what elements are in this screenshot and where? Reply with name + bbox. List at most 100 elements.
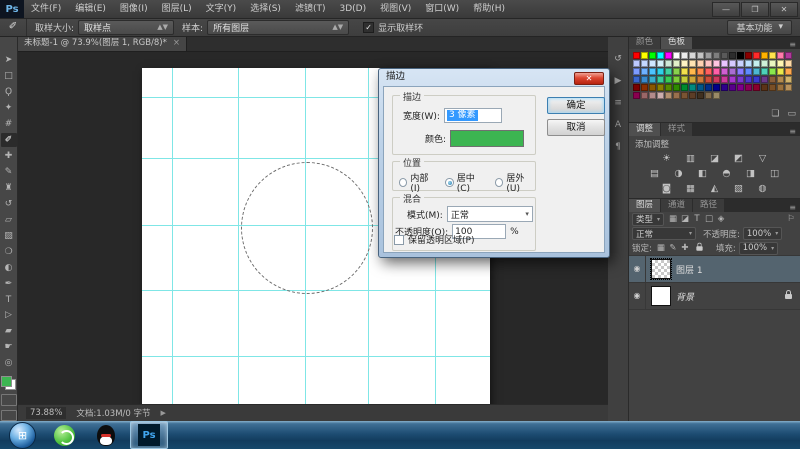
menu-item[interactable]: 滤镜(T) [288,0,333,18]
color-swatch[interactable] [633,60,640,67]
quick-selection-tool-icon[interactable]: ✦ [1,101,17,115]
color-swatch[interactable] [705,84,712,91]
color-swatch[interactable] [729,60,736,67]
layer-row[interactable]: ◉图层 1 [629,256,800,283]
color-swatch[interactable] [705,52,712,59]
blend-mode-dropdown[interactable]: 正常 ▾ [632,227,696,240]
color-swatch[interactable] [737,68,744,75]
eraser-tool-icon[interactable]: ▱ [1,213,17,227]
lock-all-icon[interactable] [696,246,702,251]
color-swatch[interactable] [705,92,712,99]
color-swatch[interactable] [665,76,672,83]
color-swatch[interactable] [641,60,648,67]
color-swatch[interactable] [729,68,736,75]
color-swatch[interactable] [665,60,672,67]
layer-thumbnail[interactable] [651,286,671,306]
radio-icon[interactable] [445,178,453,187]
layer-thumbnail[interactable] [651,259,671,279]
color-swatch[interactable] [729,76,736,83]
color-swatch[interactable] [713,68,720,75]
panel-menu-icon[interactable]: ≡ [789,127,800,136]
menu-item[interactable]: 窗口(W) [418,0,466,18]
checkbox-checked-icon[interactable]: ✓ [363,22,374,33]
color-swatch[interactable] [689,52,696,59]
color-swatch[interactable] [649,52,656,59]
color-swatch[interactable] [649,68,656,75]
color-swatch[interactable] [745,68,752,75]
position-radio-option[interactable]: 居中(C) [445,171,485,194]
color-swatch[interactable] [737,60,744,67]
color-swatch[interactable] [761,84,768,91]
marquee-tool-icon[interactable]: □ [1,69,17,83]
color-swatch[interactable] [705,76,712,83]
radio-icon[interactable] [495,178,503,187]
color-swatch[interactable] [641,84,648,91]
color-swatch[interactable] [657,76,664,83]
color-swatch[interactable] [769,76,776,83]
fill-dropdown[interactable]: 100% ▾ [739,242,778,255]
menu-item[interactable]: 图像(I) [113,0,155,18]
color-swatch[interactable] [641,52,648,59]
color-swatch[interactable] [633,76,640,83]
color-swatch[interactable] [745,52,752,59]
hue-saturation-icon[interactable]: ▤ [647,167,662,180]
visibility-eye-icon[interactable]: ◉ [629,283,646,309]
dodge-tool-icon[interactable]: ◐ [1,261,17,275]
color-swatch[interactable] [777,84,784,91]
paragraph-panel-icon[interactable]: ¶ [611,140,626,153]
color-swatch[interactable] [769,84,776,91]
color-swatch[interactable] [657,84,664,91]
color-swatch[interactable] [649,84,656,91]
color-swatch[interactable] [761,76,768,83]
color-swatch[interactable] [713,52,720,59]
guide-vertical[interactable] [172,68,173,410]
color-swatch[interactable] [745,60,752,67]
browser-taskbar-icon[interactable] [52,423,77,448]
mode-dropdown[interactable]: 正常 ▾ [447,206,533,222]
pen-tool-icon[interactable]: ✒ [1,277,17,291]
document-tab[interactable]: 未标题-1 @ 73.9%(图层 1, RGB/8)* × [18,36,187,51]
color-swatch[interactable] [777,60,784,67]
menu-item[interactable]: 编辑(E) [68,0,113,18]
color-swatch[interactable] [673,68,680,75]
shape-filter-icon[interactable]: □ [703,214,715,225]
invert-icon[interactable]: ◙ [659,182,674,195]
color-swatch[interactable] [721,52,728,59]
color-swatch[interactable] [681,84,688,91]
color-swatch[interactable] [705,68,712,75]
color-swatch[interactable] [681,68,688,75]
curves-icon[interactable]: ◪ [707,152,722,165]
character-panel-icon[interactable]: A [611,118,626,131]
color-swatch[interactable] [649,60,656,67]
selective-color-icon[interactable]: ◍ [755,182,770,195]
zoom-tool-icon[interactable]: ◎ [1,356,17,370]
healing-brush-tool-icon[interactable]: ✚ [1,149,17,163]
menu-item[interactable]: 图层(L) [155,0,199,18]
color-swatch[interactable] [769,60,776,67]
panel-menu-icon[interactable]: ≡ [789,203,800,212]
channel-mixer-icon[interactable]: ◨ [743,167,758,180]
color-swatch[interactable] [697,52,704,59]
color-swatch[interactable] [641,68,648,75]
swatches-tab[interactable]: 颜色 [629,36,660,49]
color-swatch[interactable] [777,52,784,59]
layer-name[interactable]: 图层 1 [676,263,703,276]
color-swatch[interactable] [657,92,664,99]
delete-swatch-icon[interactable]: ▭ [787,109,796,119]
color-swatch[interactable] [721,68,728,75]
adjustments-tab[interactable]: 样式 [661,123,692,136]
color-swatch[interactable] [697,68,704,75]
position-radio-option[interactable]: 居外(U) [495,171,535,194]
color-swatch[interactable] [673,60,680,67]
type-tool-icon[interactable]: T [1,293,17,307]
new-swatch-icon[interactable]: ❏ [771,109,779,119]
selection-marquee[interactable] [241,162,373,294]
move-tool-icon[interactable]: ➤ [1,53,17,67]
pixel-filter-icon[interactable]: ▦ [667,214,679,225]
preserve-transparency-option[interactable]: 保留透明区域(P) [394,233,474,246]
guide-horizontal[interactable] [142,356,490,357]
color-swatch[interactable] [753,52,760,59]
color-swatch[interactable] [785,52,792,59]
color-swatch[interactable] [641,92,648,99]
eyedropper-tool-icon[interactable]: ✐ [0,18,27,36]
